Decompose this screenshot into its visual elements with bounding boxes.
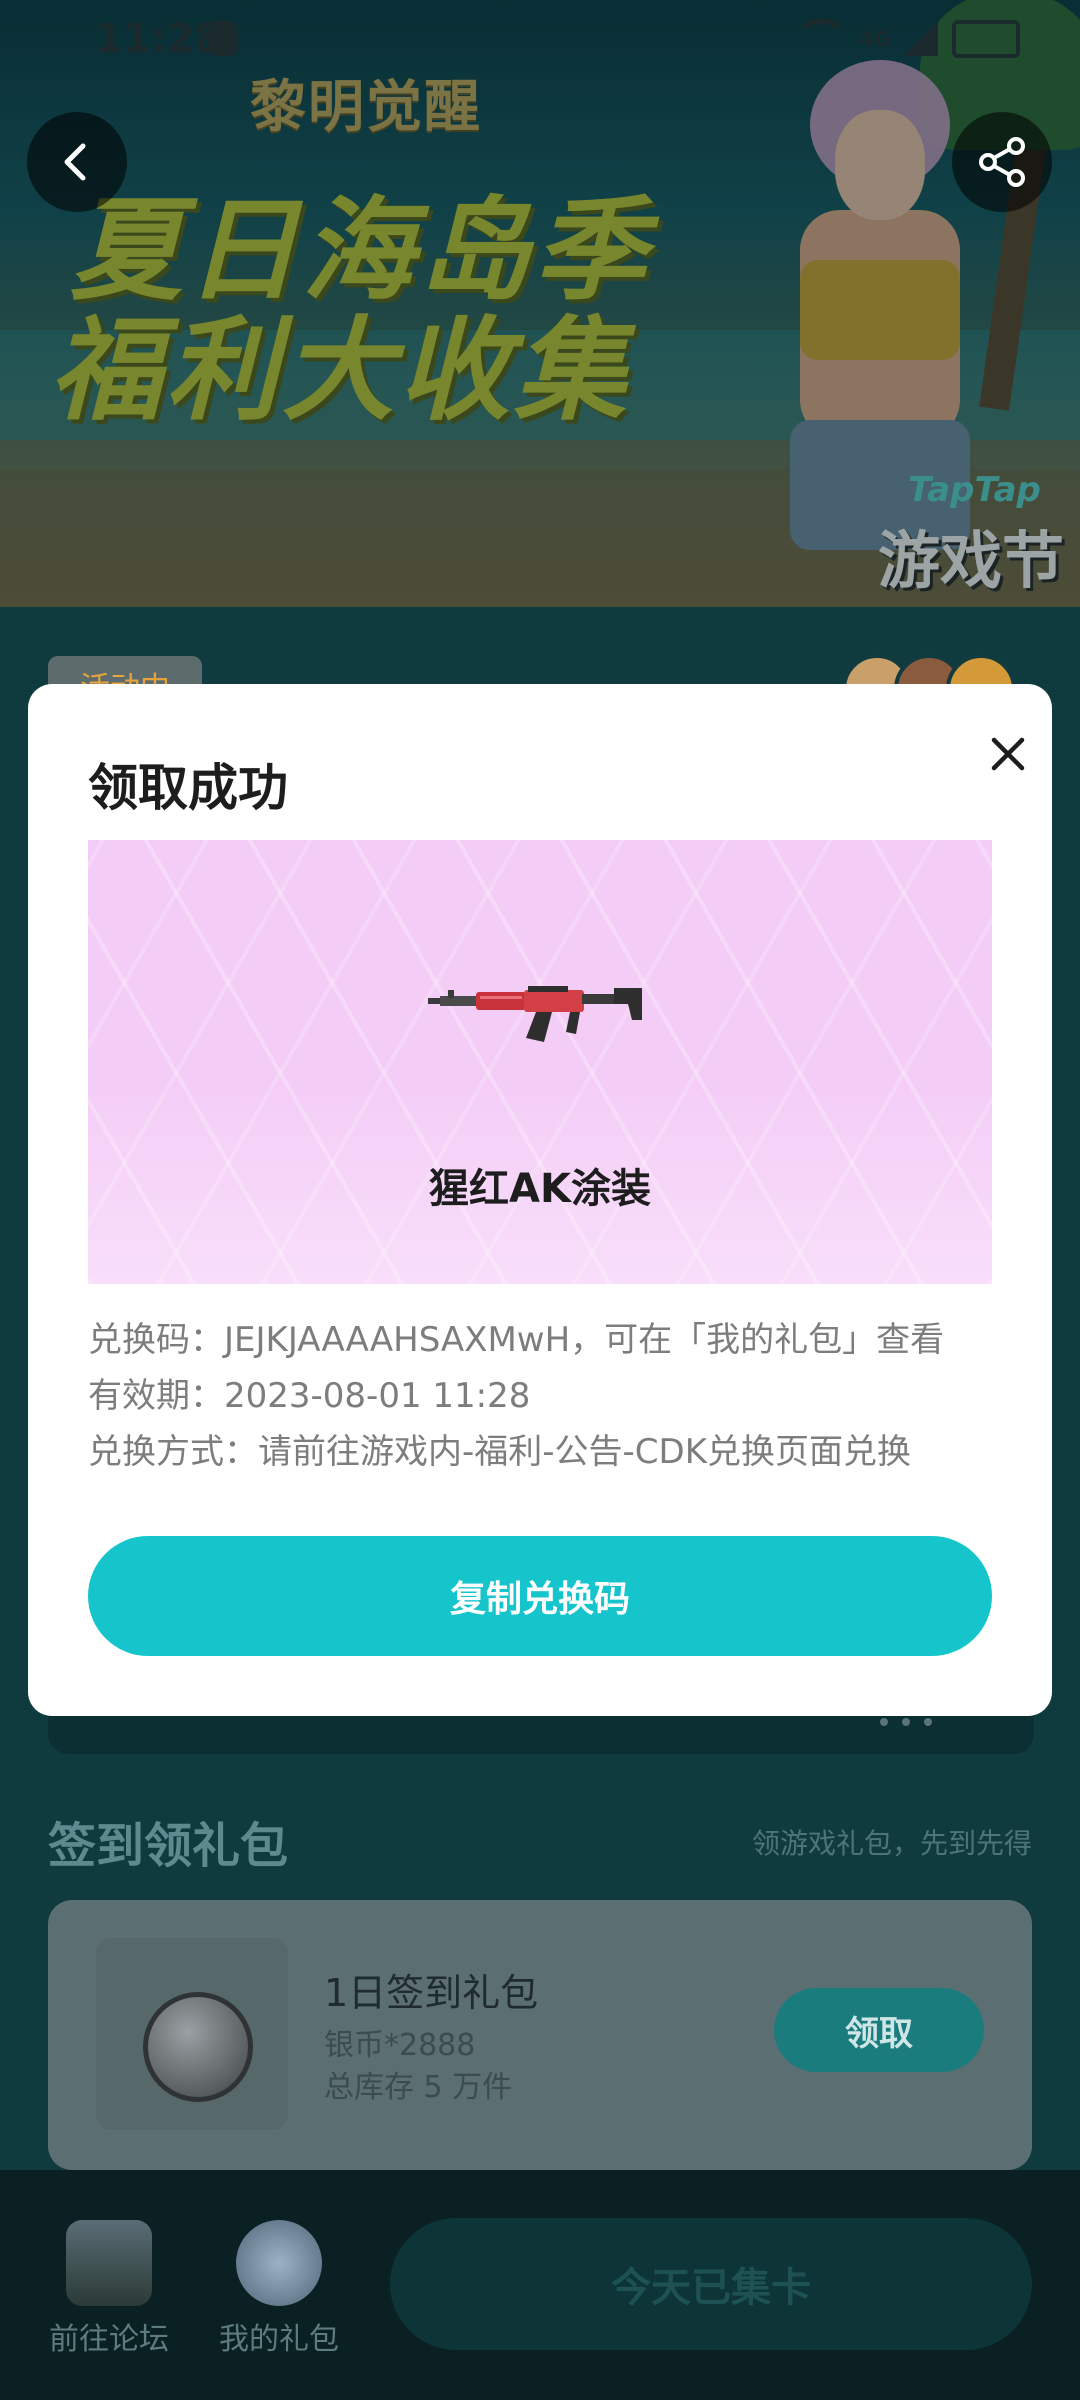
banner-dim-overlay: [0, 0, 1080, 607]
qq-notification-icon: [208, 20, 238, 56]
dialog-title: 领取成功: [88, 759, 288, 817]
prize-name: 猩红AK涂装: [429, 1166, 651, 1212]
redeem-code-line: 兑换码：JEJKJAAAAHSAXMwH，可在「我的礼包」查看: [88, 1320, 945, 1360]
section-title: 签到领礼包: [48, 1818, 289, 1874]
battery-icon: [952, 20, 1020, 58]
status-time: 11:28: [95, 16, 223, 62]
wifi-icon: [795, 18, 846, 60]
signal-icon: [904, 22, 938, 56]
redeem-method-line: 兑换方式：请前往游戏内-福利-公告-CDK兑换页面兑换: [88, 1432, 912, 1472]
bottom-action-bar: 前往论坛 我的礼包 今天已集卡: [0, 2170, 1080, 2400]
status-icons: 4G: [795, 18, 1020, 60]
rifle-skin-image: [428, 986, 642, 1042]
share-button[interactable]: [952, 112, 1052, 212]
back-button[interactable]: [27, 112, 127, 212]
copy-code-button[interactable]: 复制兑换码: [88, 1536, 992, 1656]
event-banner: 黎明觉醒 夏日海岛季 福利大收集 TapTap 游戏节 11:28 4G: [0, 0, 1080, 607]
forum-label: 前往论坛: [49, 2322, 169, 2357]
close-button[interactable]: [968, 714, 1048, 794]
prize-preview: 猩红AK涂装: [88, 840, 992, 1284]
carousel-dots: [880, 1718, 932, 1726]
forum-tab[interactable]: 前往论坛: [44, 2220, 174, 2358]
chevron-left-icon: [64, 143, 86, 181]
section-subtitle: 领游戏礼包，先到先得: [751, 1827, 1032, 1860]
my-gifts-tab[interactable]: 我的礼包: [214, 2220, 344, 2358]
share-icon: [979, 137, 1025, 187]
close-icon: [991, 737, 1025, 771]
collect-card-button[interactable]: 今天已集卡: [390, 2218, 1032, 2350]
gift-desc: 银币*2888: [324, 2028, 476, 2063]
gift-name: 1日签到礼包: [324, 1971, 539, 2015]
silver-coin-icon: [143, 1992, 253, 2102]
gift-card: 1日签到礼包 银币*2888 总库存 5 万件 领取: [48, 1900, 1032, 2170]
forum-thumbnail: [66, 2220, 152, 2306]
claim-button[interactable]: 领取: [774, 1988, 984, 2072]
my-gifts-label: 我的礼包: [219, 2322, 339, 2357]
status-bar: 11:28 4G: [0, 0, 1080, 80]
my-gifts-avatar: [236, 2220, 322, 2306]
gift-stock: 总库存 5 万件: [324, 2070, 513, 2105]
claim-success-dialog: 领取成功 猩红AK涂装 兑换码：JEJKJAAAAHSAXMwH，可在「我的礼包…: [28, 684, 1052, 1716]
network-type: 4G: [859, 27, 890, 51]
validity-line: 有效期：2023-08-01 11:28: [88, 1376, 531, 1416]
